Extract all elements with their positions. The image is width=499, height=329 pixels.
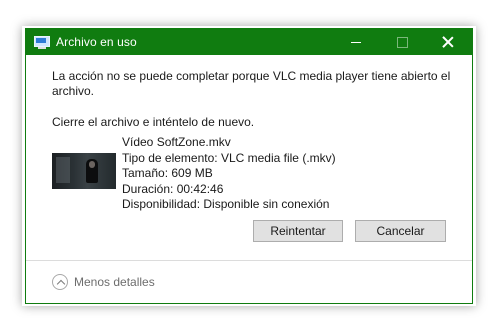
file-type: Tipo de elemento: VLC media file (.mkv) <box>122 150 336 165</box>
close-icon <box>442 36 454 48</box>
less-details-label: Menos detalles <box>74 275 155 289</box>
retry-button[interactable]: Reintentar <box>253 220 343 242</box>
minimize-button[interactable] <box>333 29 379 55</box>
minimize-icon <box>351 41 361 43</box>
file-name: Vídeo SoftZone.mkv <box>122 135 231 149</box>
file-size: Tamaño: 609 MB <box>122 166 213 180</box>
title-bar[interactable]: Archivo en uso <box>26 29 472 55</box>
monitor-icon <box>34 34 50 50</box>
file-availability: Disponibilidad: Disponible sin conexión <box>122 197 330 211</box>
window-title: Archivo en uso <box>56 35 137 49</box>
close-button[interactable] <box>425 29 471 55</box>
dialog-instruction: Cierre el archivo e inténtelo de nuevo. <box>52 115 255 129</box>
dialog-message: La acción no se puede completar porque V… <box>52 69 451 98</box>
cancel-button[interactable]: Cancelar <box>355 220 446 242</box>
maximize-icon <box>396 36 408 48</box>
maximize-button <box>379 29 425 55</box>
file-duration: Duración: 00:42:46 <box>122 181 224 196</box>
file-in-use-dialog: Archivo en uso La acción no se puede com… <box>25 28 473 304</box>
video-thumbnail <box>52 153 116 189</box>
chevron-up-icon <box>52 274 68 290</box>
less-details-toggle[interactable]: Menos detalles <box>52 274 155 290</box>
file-info: Vídeo SoftZone.mkv Tipo de elemento: VLC… <box>122 135 336 213</box>
footer-divider <box>26 260 472 261</box>
